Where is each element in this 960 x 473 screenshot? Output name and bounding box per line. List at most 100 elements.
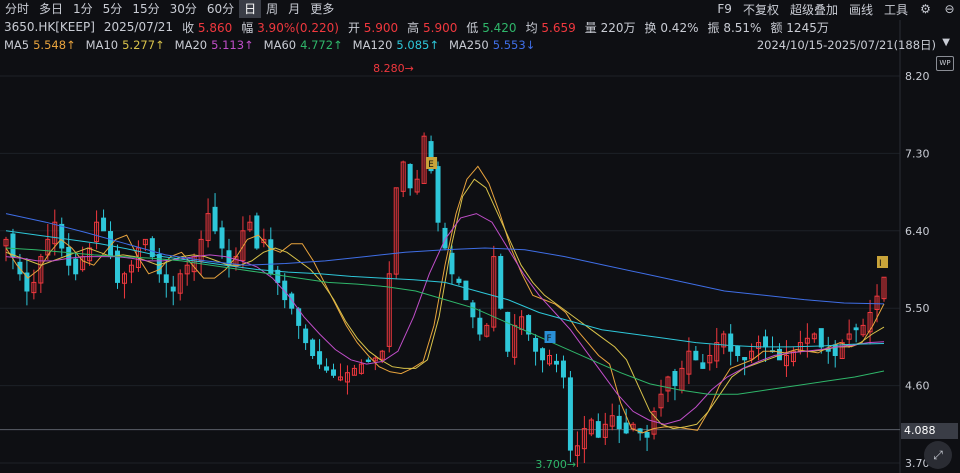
low-value: 5.420 (482, 20, 517, 35)
candle-body (170, 286, 176, 292)
tab-week[interactable]: 周 (261, 0, 283, 18)
candle-body (59, 223, 65, 249)
candle-body (763, 336, 769, 348)
tab-more[interactable]: 更多 (305, 0, 339, 18)
tab-15min[interactable]: 15分 (127, 0, 164, 18)
candle-body (10, 233, 16, 258)
tab-multi-day[interactable]: 多日 (34, 0, 68, 18)
kline-chart[interactable]: 8.207.306.405.504.603.70 8.280→3.700→EFI (0, 0, 960, 473)
candle-body (477, 317, 483, 335)
candle-body (693, 350, 699, 361)
candle-body (540, 348, 546, 361)
candle-body (449, 252, 455, 275)
candle-body (616, 415, 622, 430)
candle-body (560, 360, 566, 378)
tab-5min[interactable]: 5分 (98, 0, 128, 18)
y-axis: 8.207.306.405.504.603.70 (905, 70, 930, 470)
candle-body (254, 215, 260, 249)
ma-lines (5, 165, 885, 434)
open-label: 开 (347, 20, 360, 35)
ma250-value: 5.553↓ (492, 37, 536, 52)
candle-body (728, 333, 734, 352)
ma20-name: MA20 (174, 37, 208, 52)
candle-body (853, 327, 859, 331)
ma60-name: MA60 (263, 37, 297, 52)
toolbar-right: F9 不复权 超级叠加 画线 工具 ⚙ ⊖ (717, 0, 956, 18)
quote-info: 3650.HK[KEEP] 2025/07/21 收 5.860 幅 3.90%… (4, 19, 829, 35)
candle-body (644, 432, 650, 438)
wp-badge[interactable]: WP (936, 56, 954, 71)
settings-icon[interactable]: ⚙ (919, 2, 932, 16)
event-marker-label: F (547, 334, 552, 344)
minus-circle-icon[interactable]: ⊖ (943, 2, 956, 16)
candle-body (463, 280, 469, 301)
candle-body (735, 345, 741, 356)
tab-intraday[interactable]: 分时 (0, 0, 34, 18)
amplitude-label: 振 (707, 20, 720, 35)
ma-line-ma60 (5, 247, 885, 395)
expand-icon[interactable]: ⤢ (924, 441, 952, 469)
tab-day[interactable]: 日 (239, 0, 262, 18)
amount-label: 额 (770, 20, 783, 35)
candle-body (742, 357, 748, 361)
avg-value: 5.659 (541, 20, 576, 35)
candle-body (212, 206, 218, 232)
avg-label: 均 (525, 20, 538, 35)
candle-body (219, 227, 225, 249)
candle-body (672, 370, 678, 387)
amplitude-value: 8.51% (723, 20, 762, 35)
tab-60min[interactable]: 60分 (202, 0, 239, 18)
candle-body (567, 377, 573, 451)
adjust-button[interactable]: 不复权 (743, 1, 779, 18)
candle-body (553, 360, 559, 365)
candle-body (66, 246, 72, 266)
candle-body (623, 422, 629, 434)
y-tick-label: 4.60 (905, 380, 930, 393)
low-label: 低 (466, 20, 479, 35)
candle-body (317, 351, 323, 365)
candle-body (505, 311, 511, 352)
ma120-value: 5.085↑ (396, 37, 439, 52)
ma-line-ma10 (5, 178, 885, 430)
turnover-value: 0.42% (660, 20, 699, 35)
candle-body (700, 362, 706, 369)
ma5-name: MA5 (4, 37, 30, 52)
volume-value: 220万 (600, 20, 636, 35)
stock-code: 3650.HK[KEEP] (4, 20, 95, 34)
turnover-label: 换 (644, 20, 657, 35)
y-tick-label: 7.30 (905, 147, 930, 160)
y-tick-label: 5.50 (905, 302, 930, 315)
candle-body (832, 344, 838, 356)
candle-body (498, 256, 504, 309)
y-tick-label: 6.40 (905, 225, 930, 238)
candle-body (595, 421, 601, 438)
candle-body (365, 359, 371, 363)
volume-label: 量 (584, 20, 597, 35)
max-price-label: 8.280→ (373, 62, 414, 75)
overlay-button[interactable]: 超级叠加 (790, 1, 838, 18)
candle-body (533, 337, 539, 352)
change-label: 幅 (241, 20, 254, 35)
ma60-value: 4.772↑ (300, 37, 343, 52)
y-tick-label: 8.20 (905, 70, 930, 83)
current-price-label: 4.088 (901, 423, 958, 439)
candle-body (268, 239, 274, 275)
draw-line-button[interactable]: 画线 (849, 1, 873, 18)
tools-button[interactable]: 工具 (884, 1, 908, 18)
ma5-value: 5.548↑ (33, 37, 76, 52)
tab-30min[interactable]: 30分 (165, 0, 202, 18)
high-value: 5.900 (423, 20, 458, 35)
period-toolbar: 分时 多日 1分 5分 15分 30分 60分 日 周 月 更多 F9 不复权 … (0, 0, 960, 18)
candle-body (101, 217, 107, 232)
tab-month[interactable]: 月 (283, 0, 305, 18)
quote-date: 2025/07/21 (103, 20, 174, 34)
candle-body (456, 278, 462, 283)
event-marker-label: I (879, 259, 882, 269)
tab-1min[interactable]: 1分 (68, 0, 98, 18)
ma120-name: MA120 (352, 37, 393, 52)
date-range[interactable]: 2024/10/15-2025/07/21(188日) (757, 37, 936, 53)
range-dropdown-icon[interactable]: ▼ (942, 37, 950, 48)
candle-body (289, 293, 295, 309)
f9-button[interactable]: F9 (717, 2, 732, 16)
close-value: 5.860 (197, 20, 233, 35)
